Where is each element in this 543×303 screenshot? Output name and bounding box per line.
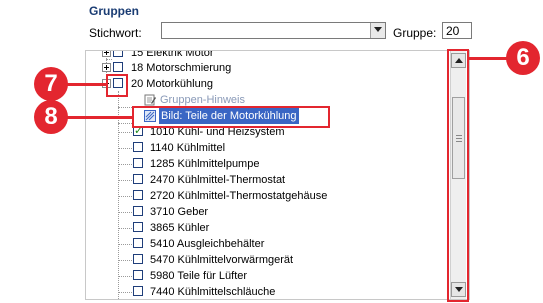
tree-item-label: 5980 Teile für Lüfter	[150, 270, 248, 282]
callout-7-connector	[66, 83, 106, 86]
note-icon	[144, 94, 156, 106]
callout-6-highlight	[447, 49, 469, 302]
search-input[interactable]	[161, 22, 386, 39]
expand-icon[interactable]	[102, 51, 111, 57]
tree-item-label: 20 Motorkühlung	[131, 78, 213, 90]
checkbox[interactable]	[133, 158, 143, 168]
checkbox[interactable]	[133, 238, 143, 248]
tree-item-label: 3710 Geber	[150, 206, 209, 218]
tree-item[interactable]: 5410 Ausgleichbehälter	[86, 236, 466, 252]
tree-item-label: 5470 Kühlmittelvorwärmgerät	[150, 254, 294, 266]
group-label: Gruppe:	[393, 26, 437, 40]
callout-8-badge: 8	[34, 100, 68, 134]
tree-item[interactable]: 18 Motorschmierung	[86, 60, 466, 76]
checkbox[interactable]	[133, 286, 143, 296]
expand-icon[interactable]	[102, 63, 111, 72]
callout-6-connector	[469, 57, 509, 60]
checkbox[interactable]	[133, 206, 143, 216]
callout-7-highlight	[106, 74, 128, 97]
tree-item[interactable]: 1140 Kühlmittel	[86, 140, 466, 156]
checkbox[interactable]	[133, 142, 143, 152]
search-label: Stichwort:	[89, 26, 142, 40]
tree-item[interactable]: 5980 Teile für Lüfter	[86, 268, 466, 284]
checkbox[interactable]	[133, 222, 143, 232]
checkbox[interactable]	[133, 190, 143, 200]
checkbox[interactable]	[113, 51, 123, 57]
chevron-down-icon	[374, 27, 382, 32]
checkbox[interactable]	[133, 174, 143, 184]
callout-8-connector	[66, 116, 132, 119]
tree-item[interactable]: 20 Motorkühlung	[86, 76, 466, 92]
tree-item[interactable]: 3865 Kühler	[86, 220, 466, 236]
section-title: Gruppen	[89, 4, 139, 18]
checkbox[interactable]	[133, 254, 143, 264]
tree-item-label: 2470 Kühlmittel-Thermostat	[150, 174, 286, 186]
callout-8-highlight	[132, 106, 330, 128]
search-dropdown-button[interactable]	[370, 23, 385, 38]
callout-6-badge: 6	[506, 41, 540, 75]
tree-item-label: 3865 Kühler	[150, 222, 210, 234]
tree-item-label: 18 Motorschmierung	[131, 62, 232, 74]
checkbox[interactable]	[113, 62, 123, 72]
callout-7-badge: 7	[34, 67, 68, 101]
group-tree: 15 Elektrik Motor 18 Motorschmierung 20 …	[85, 50, 470, 300]
checkbox[interactable]	[133, 270, 143, 280]
tree-item[interactable]: 1285 Kühlmittelpumpe	[86, 156, 466, 172]
tree-item-label: 1140 Kühlmittel	[150, 142, 226, 154]
tree-item[interactable]: 2720 Kühlmittel-Thermostatgehäuse	[86, 188, 466, 204]
tree-item[interactable]: 7440 Kühlmittelschläuche	[86, 284, 466, 299]
tree-item[interactable]: 2470 Kühlmittel-Thermostat	[86, 172, 466, 188]
tree-item-label: 1285 Kühlmittelpumpe	[150, 158, 260, 170]
tree-item-label: 5410 Ausgleichbehälter	[150, 238, 265, 250]
tree-item-label: 7440 Kühlmittelschläuche	[150, 286, 276, 298]
group-input[interactable]: 20	[442, 22, 472, 39]
tree-item-label: 2720 Kühlmittel-Thermostatgehäuse	[150, 190, 328, 202]
tree-item[interactable]: 3710 Geber	[86, 204, 466, 220]
tree-item[interactable]: 5470 Kühlmittelvorwärmgerät	[86, 252, 466, 268]
